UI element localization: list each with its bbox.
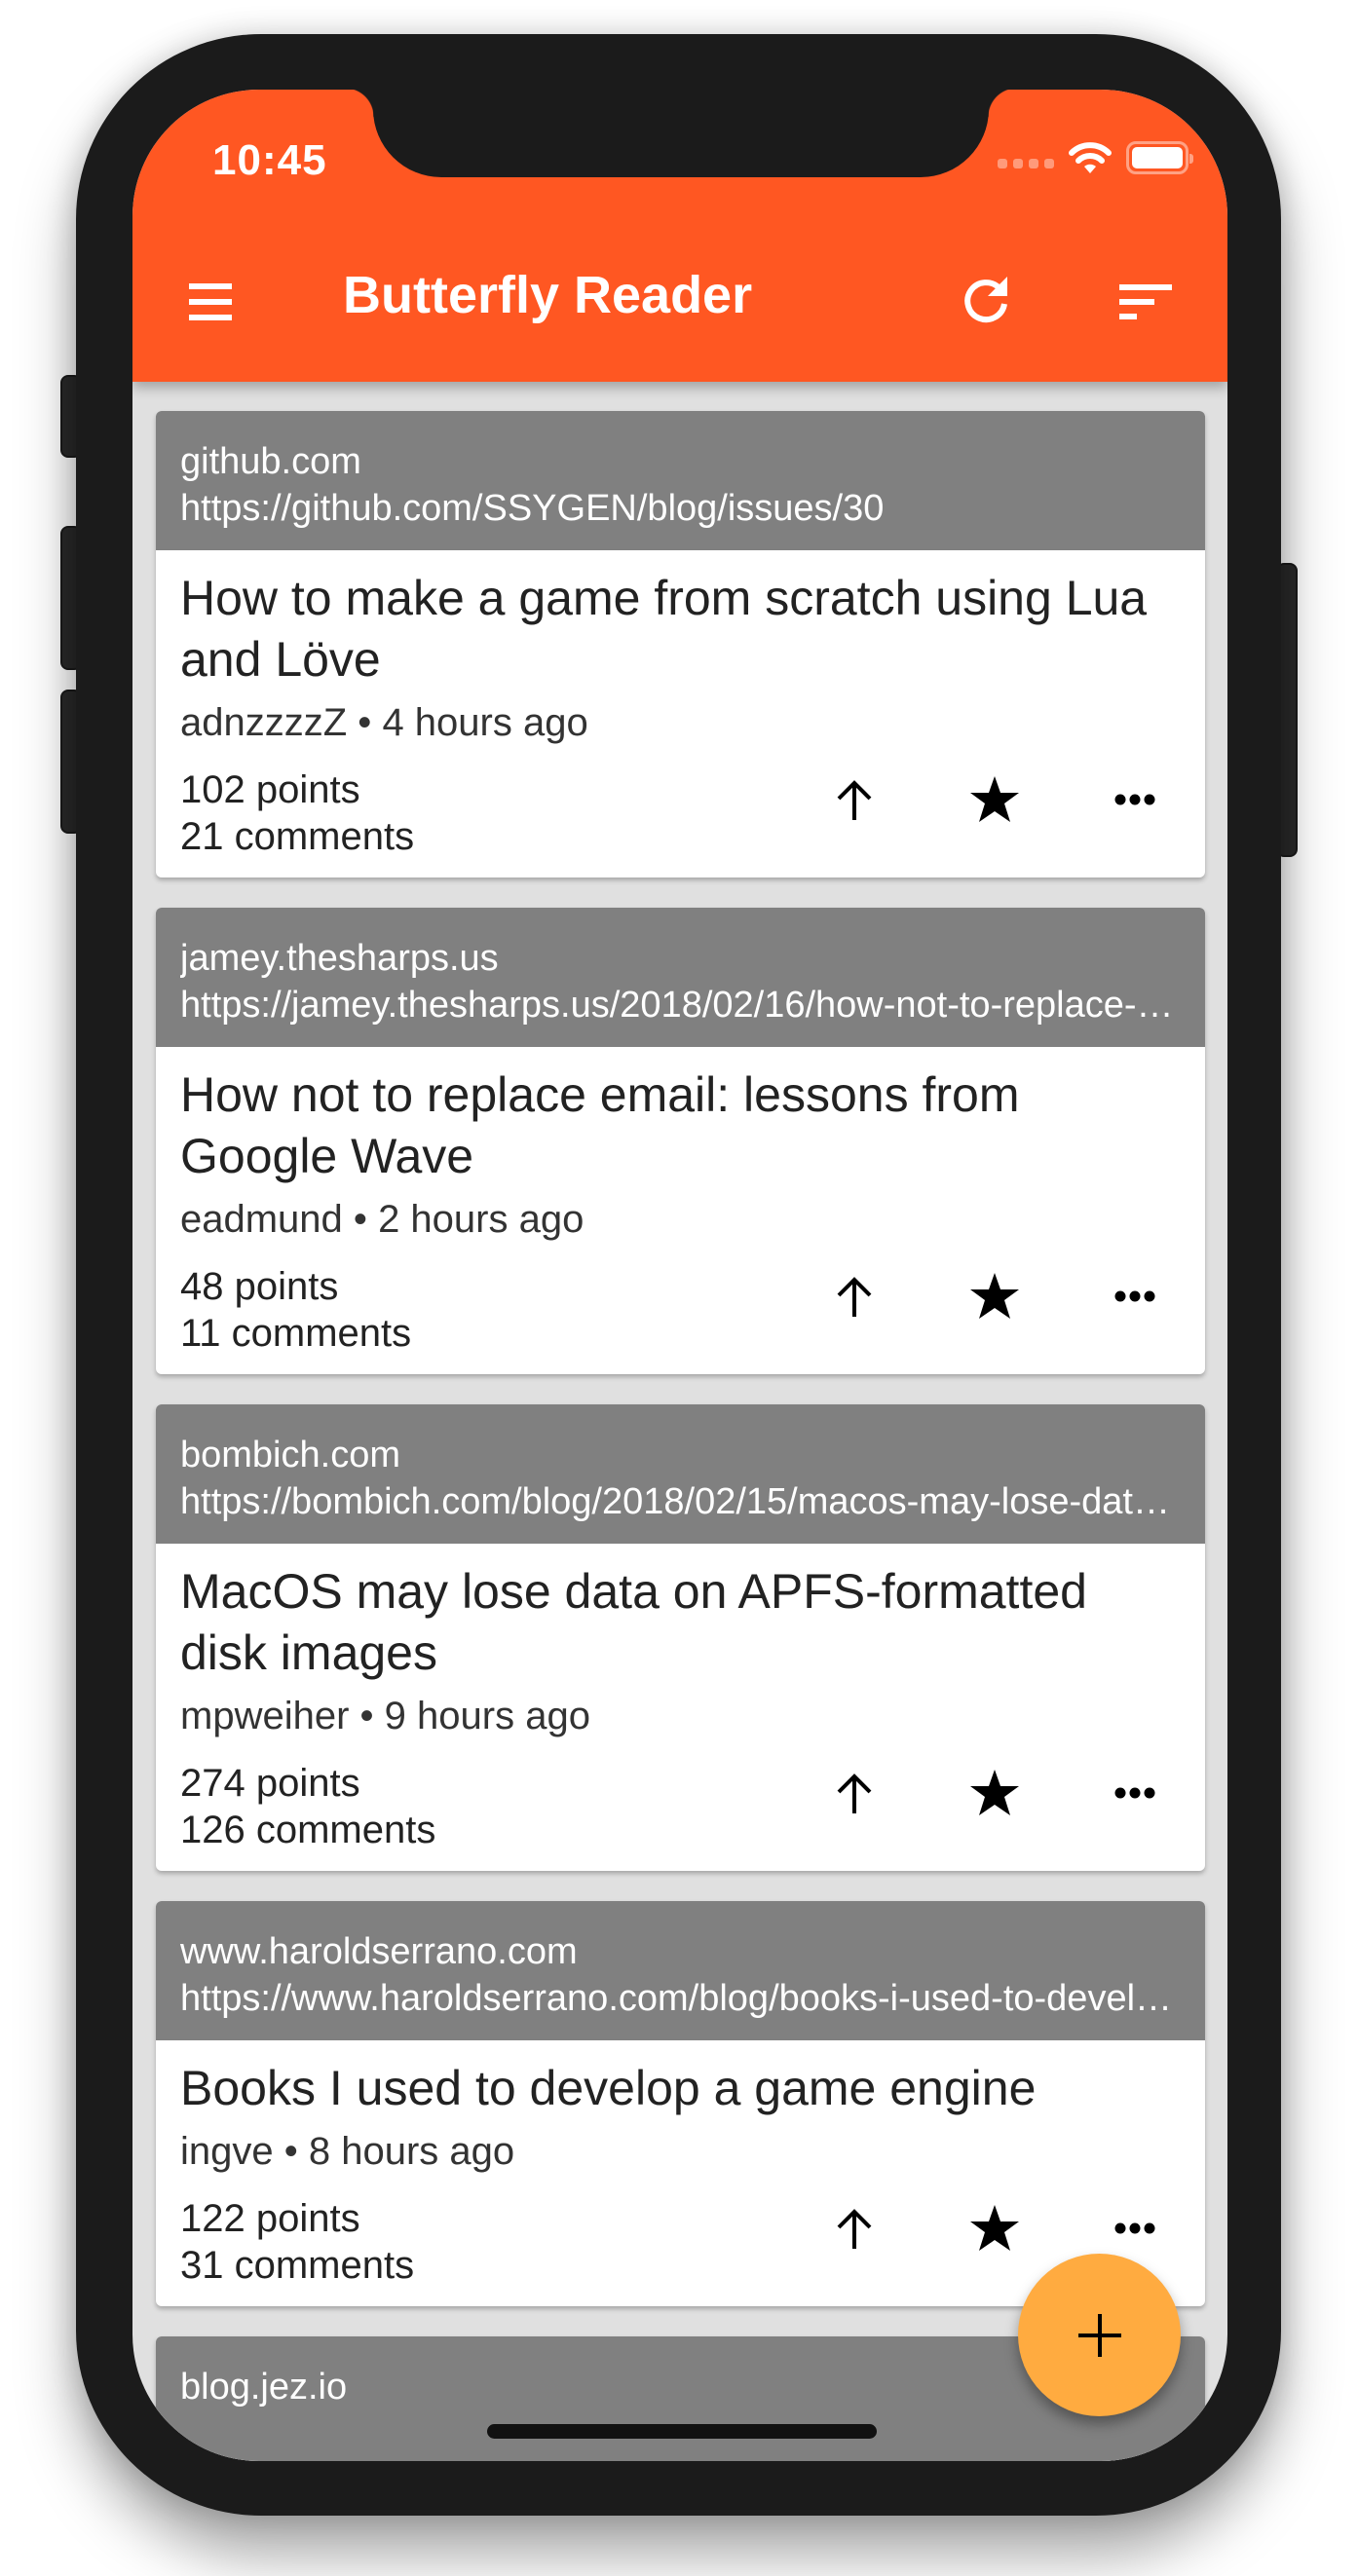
story-byline: mpweiher • 9 hours ago (180, 1692, 1181, 1740)
more-button[interactable] (1065, 1257, 1205, 1335)
story-card[interactable]: bombich.com https://bombich.com/blog/201… (156, 1404, 1205, 1871)
status-indicators (998, 138, 1193, 177)
upvote-button[interactable] (784, 761, 924, 839)
refresh-button[interactable] (947, 261, 1025, 339)
story-time: 9 hours ago (384, 1695, 590, 1737)
star-icon (970, 1273, 1019, 1319)
story-byline: eadmund • 2 hours ago (180, 1195, 1181, 1244)
story-title[interactable]: MacOS may lose data on APFS-formatted di… (180, 1561, 1181, 1684)
arrow-up-icon (837, 1277, 872, 1317)
status-time: 10:45 (212, 136, 327, 184)
favorite-button[interactable] (924, 1257, 1065, 1335)
hamburger-menu-icon (189, 283, 232, 320)
story-link-header[interactable]: www.haroldserrano.com https://www.harold… (156, 1901, 1205, 2040)
app-title: Butterfly Reader (343, 266, 753, 324)
more-horizontal-icon (1114, 2222, 1155, 2234)
upvote-button[interactable] (784, 1257, 924, 1335)
refresh-icon (964, 277, 1007, 323)
story-time: 2 hours ago (378, 1198, 585, 1241)
menu-button[interactable] (171, 263, 249, 341)
story-feed: github.com https://github.com/SSYGEN/blo… (156, 411, 1205, 2461)
story-author[interactable]: ingve (180, 2130, 274, 2173)
story-author[interactable]: adnzzzzZ (180, 701, 347, 744)
star-icon (970, 776, 1019, 822)
story-author[interactable]: mpweiher (180, 1695, 349, 1737)
favorite-button[interactable] (924, 761, 1065, 839)
story-author[interactable]: eadmund (180, 1198, 343, 1241)
story-time: 8 hours ago (308, 2130, 515, 2173)
story-byline: ingve • 8 hours ago (180, 2127, 1181, 2176)
more-horizontal-icon (1114, 1787, 1155, 1799)
story-title[interactable]: How to make a game from scratch using Lu… (180, 568, 1181, 691)
story-link-header[interactable]: bombich.com https://bombich.com/blog/201… (156, 1404, 1205, 1544)
story-time: 4 hours ago (382, 701, 588, 744)
story-card[interactable]: jamey.thesharps.us https://jamey.theshar… (156, 908, 1205, 1374)
story-domain: www.haroldserrano.com (180, 1931, 578, 1972)
home-indicator[interactable] (487, 2424, 877, 2439)
add-fab-button[interactable] (1018, 2254, 1181, 2416)
byline-separator: • (283, 2130, 298, 2173)
battery-icon (1126, 141, 1193, 174)
story-link-header[interactable]: github.com https://github.com/SSYGEN/blo… (156, 411, 1205, 550)
favorite-button[interactable] (924, 1754, 1065, 1832)
sort-button[interactable] (1107, 263, 1185, 341)
more-horizontal-icon (1114, 1290, 1155, 1302)
story-card[interactable]: github.com https://github.com/SSYGEN/blo… (156, 411, 1205, 877)
byline-separator: • (359, 1695, 374, 1737)
cellular-signal-icon (998, 159, 1054, 168)
arrow-up-icon (837, 1773, 872, 1813)
notch (345, 90, 1017, 177)
wifi-icon (1069, 142, 1112, 173)
story-title[interactable]: How not to replace email: lessons from G… (180, 1064, 1181, 1187)
phone-screen: 10:45 Butterfly Reader github.com https:… (132, 90, 1227, 2461)
star-icon (970, 1770, 1019, 1815)
story-url: https://bombich.com/blog/2018/02/15/maco… (180, 1481, 1181, 1522)
story-domain: github.com (180, 441, 361, 482)
upvote-button[interactable] (784, 1754, 924, 1832)
arrow-up-icon (837, 2209, 872, 2249)
favorite-button[interactable] (924, 2189, 1065, 2267)
story-title[interactable]: Books I used to develop a game engine (180, 2058, 1181, 2119)
plus-icon (1077, 2313, 1121, 2357)
arrow-up-icon (837, 780, 872, 820)
more-button[interactable] (1065, 1754, 1205, 1832)
story-link-header[interactable]: jamey.thesharps.us https://jamey.theshar… (156, 908, 1205, 1047)
byline-separator: • (353, 1198, 367, 1241)
story-domain: bombich.com (180, 1435, 400, 1475)
byline-separator: • (358, 701, 372, 744)
story-card[interactable]: www.haroldserrano.com https://www.harold… (156, 1901, 1205, 2306)
upvote-button[interactable] (784, 2189, 924, 2267)
more-button[interactable] (1065, 761, 1205, 839)
story-url: https://www.haroldserrano.com/blog/books… (180, 1978, 1181, 2019)
sort-icon (1119, 284, 1172, 319)
story-domain: jamey.thesharps.us (180, 938, 499, 979)
story-url: https://github.com/SSYGEN/blog/issues/30 (180, 488, 885, 529)
story-url: https://jamey.thesharps.us/2018/02/16/ho… (180, 985, 1181, 1026)
story-byline: adnzzzzZ • 4 hours ago (180, 698, 1181, 747)
more-horizontal-icon (1114, 794, 1155, 805)
star-icon (970, 2205, 1019, 2251)
